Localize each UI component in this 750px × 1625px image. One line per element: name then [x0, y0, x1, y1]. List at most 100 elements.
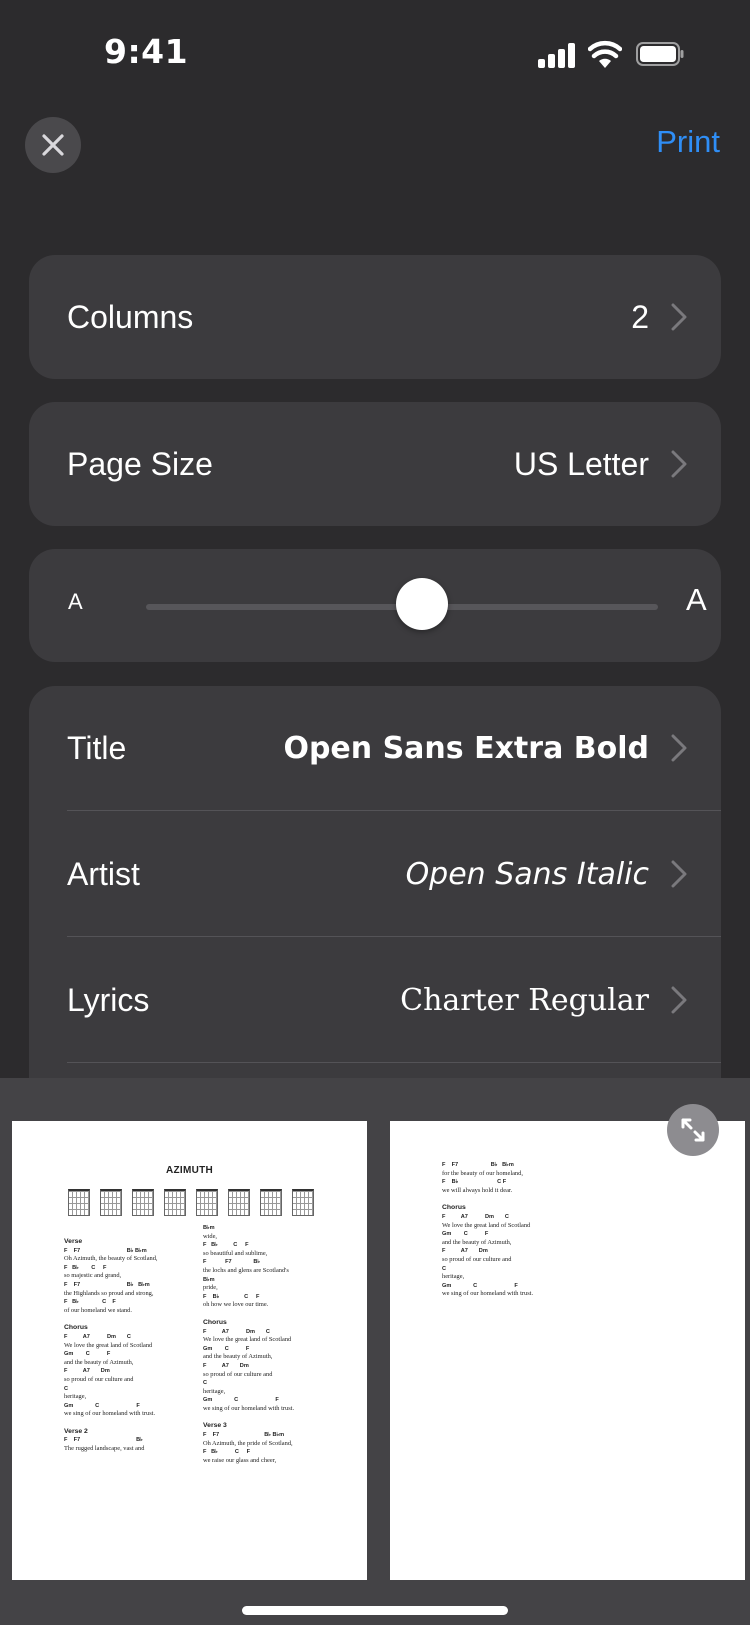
chord-line: F B♭ C F — [203, 1449, 251, 1456]
chord-diagram — [164, 1189, 186, 1216]
preview-page-1[interactable]: AZIMUTH Verse F F7 B♭ B♭m Oh Azimuth, the … — [12, 1121, 367, 1580]
lyrics-column-right: B♭m wide, F B♭ C Fso beautiful and sublime… — [203, 1224, 294, 1465]
font-row-title[interactable]: Title Open Sans Extra Bold — [67, 686, 687, 810]
lyric-line: so proud of our culture and — [442, 1255, 512, 1263]
chevron-right-icon — [671, 734, 687, 762]
chord-line: F B♭ C F — [64, 1299, 116, 1306]
divider — [67, 1062, 721, 1063]
status-bar: 9:41 — [0, 0, 750, 110]
lyric-line: the Highlands so proud and strong, — [64, 1289, 154, 1297]
wifi-icon — [588, 40, 622, 68]
lyric-line: we raise our glass and cheer, — [203, 1456, 277, 1464]
lyric-line: heritage, — [442, 1273, 465, 1281]
font-row-artist[interactable]: Artist Open Sans Italic — [67, 812, 687, 936]
section-heading: Chorus — [64, 1324, 88, 1332]
chord-line: Gm C F — [203, 1397, 279, 1404]
chord-diagram — [100, 1189, 122, 1216]
font-size-min-label: A — [68, 589, 83, 614]
chord-line: F F7 B♭ — [203, 1259, 261, 1266]
page-size-value: US Letter — [513, 445, 649, 482]
divider — [67, 810, 721, 811]
columns-value: 2 — [631, 298, 649, 335]
section-heading: Chorus — [203, 1318, 227, 1326]
columns-row[interactable]: Columns 2 — [67, 255, 687, 379]
section-heading: Verse 2 — [64, 1427, 88, 1435]
chord-line: F F7 B♭ B♭m — [64, 1247, 147, 1254]
lyric-line: we sing of our homeland with trust. — [64, 1410, 156, 1418]
lyric-line: so proud of our culture and — [64, 1375, 134, 1383]
chord-line: C — [64, 1385, 69, 1392]
chord-line: B♭m — [203, 1276, 215, 1283]
chord-line: F F7 B♭ B♭m — [442, 1162, 514, 1168]
lyric-line: so beautiful and sublime, — [203, 1249, 268, 1257]
chord-line: F B♭ C F — [203, 1293, 260, 1300]
chord-line: F A7 Dm — [64, 1368, 110, 1375]
lyric-line: for the beauty of our homeland, — [442, 1169, 523, 1177]
lyric-line: Oh Azimuth, the pride of Scotland, — [203, 1439, 293, 1447]
chord-diagram — [228, 1189, 250, 1216]
chord-line: F B♭ C F — [203, 1242, 249, 1249]
chord-line: F F7 B♭ — [64, 1437, 143, 1444]
lyric-line: oh how we love our time. — [203, 1301, 269, 1309]
font-size-card: A A — [29, 549, 721, 662]
chord-line: F A7 Dm C — [64, 1333, 131, 1340]
chord-line: Gm C F — [64, 1351, 111, 1358]
lyric-line: Oh Azimuth, the beauty of Scotland, — [64, 1255, 158, 1263]
fonts-card: Title Open Sans Extra Bold Artist Open S… — [29, 686, 721, 1106]
lyric-line: We love the great land of Scotland — [442, 1221, 531, 1229]
lyric-line: heritage, — [64, 1393, 87, 1401]
lyrics-column-left: Verse F F7 B♭ B♭m Oh Azimuth, the beauty o… — [64, 1229, 158, 1454]
font-row-lyrics[interactable]: Lyrics Charter Regular — [67, 938, 687, 1062]
font-row-label: Title — [67, 729, 127, 766]
divider — [67, 936, 721, 937]
print-button[interactable]: Print — [656, 124, 720, 160]
page-size-row[interactable]: Page Size US Letter — [67, 402, 687, 526]
chevron-right-icon — [671, 860, 687, 888]
font-size-slider-thumb[interactable] — [396, 578, 449, 630]
lyric-line: heritage, — [203, 1387, 226, 1395]
lyrics-column: F F7 B♭ B♭m for the beauty of our homelan… — [442, 1161, 533, 1299]
lyric-line: The rugged landscape, vast and — [64, 1445, 145, 1453]
status-time: 9:41 — [104, 32, 189, 71]
lyric-line: we will always hold it dear. — [442, 1186, 513, 1194]
artist-font-value: Open Sans Italic — [405, 856, 649, 892]
chord-line: Gm C F — [64, 1402, 140, 1409]
chord-diagram — [196, 1189, 218, 1216]
chord-line: F B♭ C F — [442, 1179, 507, 1186]
preview-page-2[interactable]: F F7 B♭ B♭m for the beauty of our homelan… — [390, 1121, 745, 1580]
font-row-label: Artist — [67, 855, 140, 892]
columns-label: Columns — [67, 298, 194, 335]
expand-icon — [681, 1118, 705, 1142]
chevron-right-icon — [671, 303, 687, 331]
chord-line: B♭m — [203, 1225, 215, 1231]
page-size-label: Page Size — [67, 445, 213, 482]
chord-line: C — [442, 1265, 447, 1272]
close-icon — [42, 134, 64, 156]
lyrics-font-value: Charter Regular — [400, 982, 649, 1018]
cellular-signal-icon — [538, 42, 578, 68]
chord-line: F A7 Dm C — [442, 1213, 509, 1220]
battery-icon — [636, 42, 684, 66]
chord-diagrams — [68, 1189, 314, 1216]
lyric-line: We love the great land of Scotland — [64, 1341, 153, 1349]
chevron-right-icon — [671, 986, 687, 1014]
title-font-value: Open Sans Extra Bold — [283, 730, 649, 766]
lyric-line: we sing of our homeland with trust. — [203, 1404, 295, 1412]
lyric-line: and the beauty of Azimuth, — [203, 1353, 273, 1361]
lyric-line: so proud of our culture and — [203, 1370, 273, 1378]
chord-diagram — [260, 1189, 282, 1216]
font-size-max-label: A — [686, 582, 707, 617]
chord-line: F A7 Dm C — [203, 1328, 270, 1335]
lyric-line: the lochs and glens are Scotland's — [203, 1266, 289, 1274]
section-heading: Verse — [64, 1238, 83, 1245]
chord-line: F B♭ C F — [64, 1264, 107, 1271]
chord-line: Gm C F — [442, 1282, 518, 1289]
chord-diagram — [68, 1189, 90, 1216]
chord-diagram — [132, 1189, 154, 1216]
close-button[interactable] — [25, 117, 81, 173]
expand-preview-button[interactable] — [667, 1104, 719, 1156]
song-title: AZIMUTH — [165, 1165, 214, 1176]
chord-line: F F7 B♭ B♭m — [203, 1432, 285, 1439]
chord-diagram — [292, 1189, 314, 1216]
home-indicator — [242, 1606, 508, 1615]
